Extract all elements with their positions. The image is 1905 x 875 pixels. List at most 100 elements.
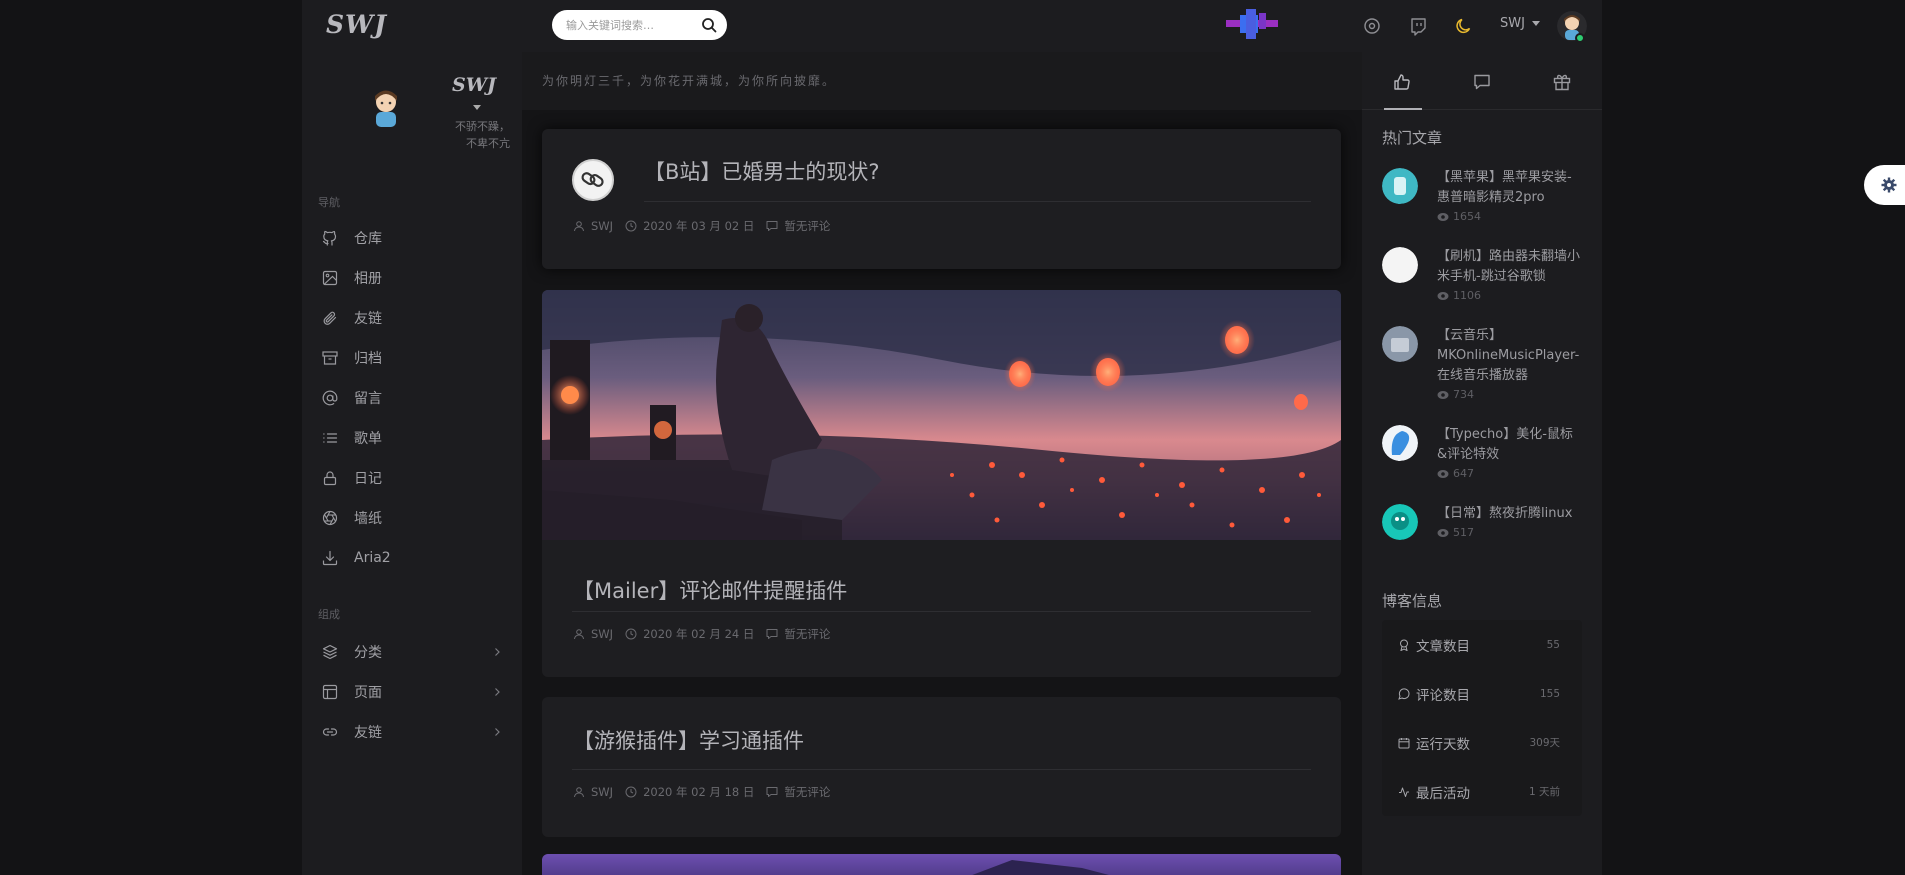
sidebar-logo[interactable]: SWJ: [452, 74, 496, 96]
sidebar-item-label: Aria2: [354, 550, 391, 566]
sidebar-item-label: 友链: [354, 311, 382, 327]
article-views: 1106: [1437, 289, 1481, 302]
divider: [572, 611, 1311, 612]
article-title[interactable]: 【云音乐】MKOnlineMusicPlayer-在线音乐播放器: [1437, 326, 1582, 386]
chevron-right-icon: [495, 688, 500, 696]
search-input[interactable]: [566, 16, 696, 34]
sidebar-item-repository[interactable]: 仓库: [322, 223, 502, 253]
user-icon: [574, 787, 584, 798]
github-icon: [322, 230, 337, 246]
sidebar-avatar[interactable]: [364, 85, 408, 129]
sidebar-item-playlist[interactable]: 歌单: [322, 423, 502, 453]
post-title[interactable]: 【游猴插件】学习通插件: [573, 725, 804, 755]
comment-icon[interactable]: [1472, 72, 1492, 92]
top-header: SWJ SWJ: [302, 0, 1602, 52]
post-author[interactable]: SWJ: [591, 785, 613, 799]
blog-info-title: 博客信息: [1382, 592, 1443, 610]
article-thumbnail: [1382, 168, 1418, 204]
link-icon: [322, 728, 338, 736]
gift-icon[interactable]: [1552, 72, 1572, 92]
chevron-right-icon: [495, 648, 500, 656]
post-meta: SWJ 2020 年 03 月 02 日 暂无评论: [573, 218, 842, 234]
nav-section-title: 导航: [318, 196, 340, 209]
settings-toggle[interactable]: [1864, 165, 1905, 205]
sidebar-item-aria2[interactable]: Aria2: [322, 543, 502, 573]
chevron-down-icon: [1532, 21, 1541, 26]
chevron-down-icon[interactable]: [473, 105, 481, 110]
motto-line: 不卑不亢: [466, 137, 510, 150]
sidebar-item-links[interactable]: 友链: [322, 303, 502, 333]
archive-icon: [322, 351, 338, 365]
post-meta: SWJ 2020 年 02 月 24 日 暂无评论: [573, 626, 842, 642]
post-date: 2020 年 02 月 18 日: [643, 785, 755, 799]
group-section-title: 组成: [318, 608, 340, 621]
info-label: 文章数目: [1416, 638, 1470, 655]
post-author[interactable]: SWJ: [591, 627, 613, 641]
moon-icon[interactable]: [1454, 16, 1474, 36]
paperclip-icon: [323, 311, 337, 325]
sidebar-item-pages[interactable]: 页面: [322, 677, 502, 707]
sidebar-item-label: 分类: [354, 645, 382, 661]
comment-icon: [766, 787, 778, 797]
sidebar-item-label: 墙纸: [354, 511, 382, 527]
post-title[interactable]: 【B站】已婚男士的现状?: [644, 156, 880, 186]
twitch-icon[interactable]: [1408, 16, 1428, 36]
article-views: 734: [1437, 388, 1474, 401]
thumbs-up-icon[interactable]: [1392, 72, 1412, 92]
article-thumbnail: [1382, 504, 1418, 540]
article-title[interactable]: 【黑苹果】黑苹果安装-惠普暗影精灵2pro: [1437, 168, 1582, 208]
clock-icon: [625, 628, 637, 640]
article-title[interactable]: 【Typecho】美化-鼠标&评论特效: [1437, 425, 1582, 465]
info-value: 1 天前: [1528, 786, 1560, 798]
sidebar-item-friend-links[interactable]: 友链: [322, 717, 502, 747]
post-title[interactable]: 【Mailer】评论邮件提醒插件: [573, 575, 847, 605]
activity-icon: [1399, 787, 1409, 797]
comment-icon: [766, 629, 778, 639]
post-card[interactable]: 【Mailer】评论邮件提醒插件 SWJ 2020 年 02 月 24 日 暂无…: [542, 290, 1341, 677]
post-card[interactable]: [542, 854, 1341, 875]
message-circle-icon: [1398, 687, 1410, 700]
views-count: 647: [1453, 467, 1474, 480]
post-date: 2020 年 02 月 24 日: [643, 627, 755, 641]
article-views: 1654: [1437, 210, 1481, 223]
sidebar-item-categories[interactable]: 分类: [322, 637, 502, 667]
post-comments[interactable]: 暂无评论: [784, 626, 830, 642]
sidebar-item-archive[interactable]: 归档: [322, 343, 502, 373]
username-label: SWJ: [1500, 16, 1525, 31]
post-card[interactable]: 【B站】已婚男士的现状? SWJ 2020 年 03 月 02 日 暂无评论: [542, 129, 1341, 269]
sidebar-item-album[interactable]: 相册: [322, 263, 502, 293]
post-comments[interactable]: 暂无评论: [784, 784, 830, 800]
post-author[interactable]: SWJ: [591, 219, 613, 233]
active-tab-indicator: [1384, 108, 1422, 110]
post-comments[interactable]: 暂无评论: [784, 218, 830, 234]
sidebar-item-diary[interactable]: 日记: [322, 463, 502, 493]
info-label: 最后活动: [1416, 785, 1470, 802]
site-logo[interactable]: SWJ: [326, 10, 387, 39]
info-value: 309天: [1529, 737, 1560, 749]
sidebar-item-label: 归档: [354, 351, 382, 367]
post-date: 2020 年 03 月 02 日: [643, 219, 755, 233]
sidebar-item-guestbook[interactable]: 留言: [322, 383, 502, 413]
eye-icon: [1437, 469, 1449, 478]
clock-icon: [625, 786, 637, 798]
sidebar-item-label: 仓库: [354, 231, 382, 247]
user-menu[interactable]: SWJ: [1500, 16, 1541, 31]
image-icon: [322, 270, 338, 286]
post-cover-image[interactable]: [542, 854, 1341, 875]
left-sidebar: SWJ 不骄不躁， 不卑不亢 导航 仓库 相册 友链 归档 留言 歌单 日记 墙…: [302, 52, 522, 875]
article-title[interactable]: 【刷机】路由器未翻墙小米手机-跳过谷歌锁: [1437, 247, 1582, 287]
target-icon[interactable]: [1362, 16, 1382, 36]
sidebar-item-wallpaper[interactable]: 墙纸: [322, 503, 502, 533]
article-thumbnail: [1382, 247, 1418, 283]
search-icon[interactable]: [701, 17, 717, 33]
post-cover-image[interactable]: [542, 290, 1341, 540]
comment-icon: [766, 221, 778, 231]
sidebar-tabs: [1362, 52, 1602, 110]
article-title[interactable]: 【日常】熬夜折腾linux: [1437, 504, 1582, 524]
info-value: 55: [1546, 638, 1560, 651]
post-card[interactable]: 【游猴插件】学习通插件 SWJ 2020 年 02 月 18 日 暂无评论: [542, 697, 1341, 837]
search-box: [552, 10, 727, 40]
info-row-activity: 最后活动 1 天前: [1382, 767, 1582, 816]
download-icon: [322, 550, 338, 566]
at-icon: [322, 390, 338, 406]
